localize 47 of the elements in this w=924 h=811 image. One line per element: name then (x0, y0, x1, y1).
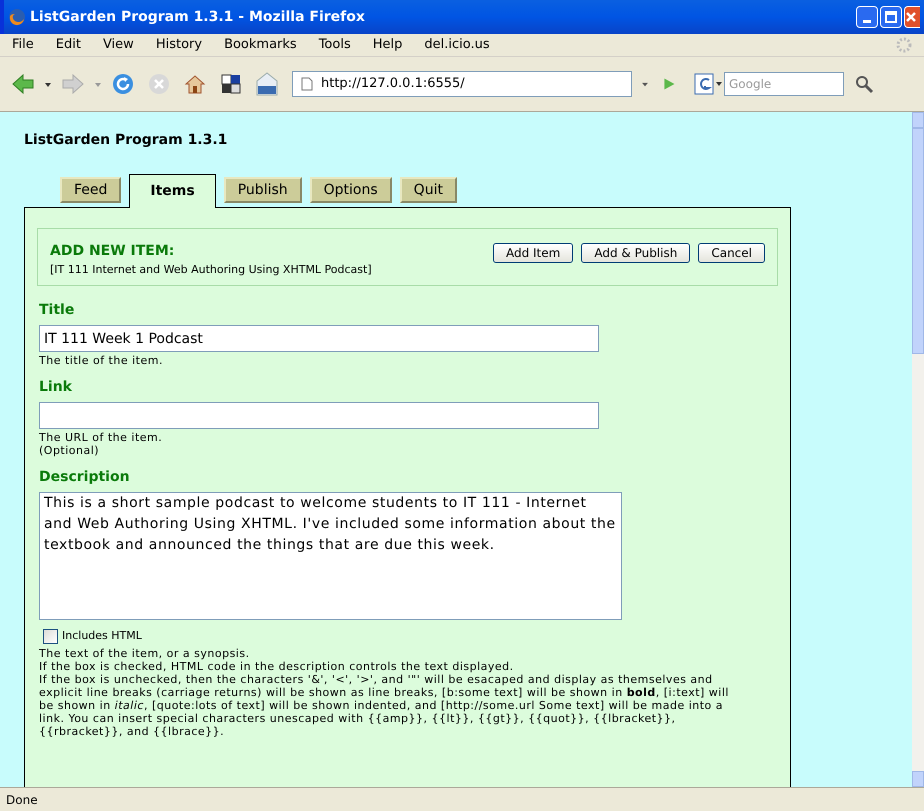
status-text: Done (6, 792, 38, 808)
text-field[interactable]: IT 111 Week 1 Podcast (39, 325, 599, 352)
loading-throbber-icon (896, 37, 912, 53)
form-button[interactable]: Add & Publish (581, 243, 690, 263)
window-title: ListGarden Program 1.3.1 - Mozilla Firefox (30, 8, 366, 26)
tab[interactable]: Options (310, 177, 392, 203)
tab[interactable]: Quit (400, 177, 457, 203)
address-field[interactable]: http://127.0.0.1:6555/ (292, 71, 632, 97)
help-text: (Optional) (39, 444, 100, 457)
tab[interactable]: Publish (224, 177, 302, 203)
menu-item[interactable]: Tools (318, 35, 351, 55)
section-heading: ADD NEW ITEM: (50, 242, 176, 261)
text-field[interactable] (39, 402, 599, 429)
checkbox[interactable] (43, 628, 58, 644)
menu-item[interactable]: Bookmarks (224, 35, 297, 55)
help-text: The URL of the item. (39, 431, 164, 444)
checkbox-label: Includes HTML (62, 628, 142, 644)
help-text: If the box is unchecked, then the characters '&', '<', '>', and '"' will be esacaped and display as themselves and explicit line breaks (carriage returns) will be shown as line breaks, [b:some text] will be shown in bold, [i:text] will be shown in italic, [quote:lots of text] will be shown indented, and [http://some.url Some text] will be made into a link. You can insert special characters unescaped with {{amp}}, {{lt}}, {{gt}}, {{quot}}, {{lbracket}}, {{rbracket}}, and {{lbrace}}. (39, 672, 730, 738)
close-button[interactable] (904, 6, 920, 28)
field-label: Link (39, 378, 73, 397)
search-field[interactable]: Google (724, 72, 844, 96)
menu-item[interactable]: Edit (56, 35, 81, 55)
help-text: If the box is checked, HTML code in the description controls the text displayed. (39, 660, 515, 672)
help-text: The title of the item. (39, 354, 164, 367)
minimize-button[interactable] (856, 6, 878, 28)
field-label: Description (39, 468, 131, 487)
tab[interactable]: Feed (60, 177, 122, 203)
maximize-button[interactable] (880, 6, 902, 28)
menu-item[interactable]: File (12, 35, 34, 55)
tab[interactable]: Items (129, 174, 216, 208)
menu-item[interactable]: View (102, 35, 134, 55)
page-heading: ListGarden Program 1.3.1 (24, 131, 228, 150)
form-button[interactable]: Cancel (698, 243, 765, 263)
menu-item[interactable]: del.icio.us (424, 35, 490, 55)
item-subtitle: [IT 111 Internet and Web Authoring Using XHTML Podcast] (50, 262, 373, 277)
field-label: Title (39, 301, 76, 320)
description-field[interactable]: This is a short sample podcast to welcome students to IT 111 - Internet and Web Authoring Using XHTML. I've included some information about the textbook and announced the things that are due this week. (39, 492, 622, 620)
vertical-scrollbar[interactable] (912, 112, 924, 787)
page-icon (301, 77, 313, 91)
help-text: The text of the item, or a synopsis. (39, 646, 251, 660)
search-engine-icon[interactable] (694, 72, 724, 96)
scrollbar-thumb[interactable] (912, 128, 924, 354)
form-button[interactable]: Add Item (492, 243, 574, 263)
menu-item[interactable]: History (156, 35, 202, 55)
browser-logo-icon (8, 8, 26, 26)
menu-item[interactable]: Help (372, 35, 402, 55)
close-icon (905, 11, 917, 23)
